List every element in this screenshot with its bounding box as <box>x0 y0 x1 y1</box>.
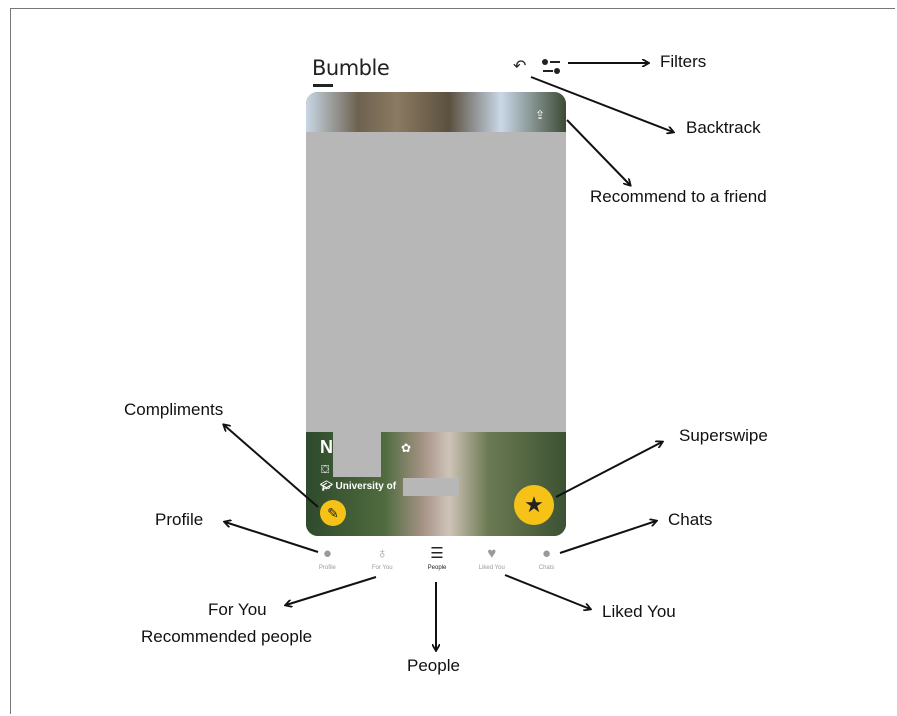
verified-icon: ✿ <box>401 441 412 455</box>
nav-item-people[interactable]: ☰ People <box>410 545 465 581</box>
callout-profile: Profile <box>155 510 204 529</box>
nav-item-for-you[interactable]: ♁ For You <box>355 545 410 581</box>
bottom-nav: ● Profile ♁ For You ☰ People ♥ Liked You… <box>300 545 574 581</box>
chat-icon: ● <box>542 545 552 562</box>
nav-item-profile[interactable]: ● Profile <box>300 545 355 581</box>
profile-card[interactable]: ⇪ N 2 ✿ ⛋ 🎓︎ University of ✎ ★ <box>306 92 566 536</box>
redacted-name <box>333 432 381 477</box>
nav-label: Profile <box>318 565 336 571</box>
backtrack-icon[interactable]: ↶ <box>513 59 526 75</box>
compliment-icon: ✎ <box>327 505 339 521</box>
callout-for-you: For You <box>208 600 267 619</box>
nav-label: People <box>427 565 447 571</box>
work-icon: ⛋ <box>321 464 330 476</box>
person-icon: ● <box>322 545 332 562</box>
superswipe-button[interactable]: ★ <box>514 485 554 525</box>
university-label: University of <box>335 481 397 492</box>
heart-icon: ♥ <box>487 545 497 562</box>
education-icon: 🎓︎ <box>320 481 336 492</box>
nav-item-liked-you[interactable]: ♥ Liked You <box>464 545 519 581</box>
callout-liked-you: Liked You <box>602 602 676 621</box>
callout-people: People <box>407 656 460 675</box>
callout-chats: Chats <box>668 510 713 529</box>
callout-superswipe: Superswipe <box>679 426 768 445</box>
redacted-university <box>403 478 459 496</box>
callout-for-you-sub: Recommended people <box>141 627 313 646</box>
callout-compliments: Compliments <box>124 400 224 419</box>
compliment-button[interactable]: ✎ <box>320 500 346 526</box>
medal-icon: ♁ <box>376 545 388 562</box>
active-tab-underline <box>313 84 333 87</box>
profile-name: N <box>320 437 333 457</box>
star-icon: ★ <box>524 492 544 517</box>
callout-filters: Filters <box>660 52 707 71</box>
nav-label: Chats <box>538 565 555 571</box>
nav-item-chats[interactable]: ● Chats <box>519 545 574 581</box>
share-icon[interactable]: ⇪ <box>535 108 545 122</box>
redacted-photo-area <box>306 132 566 432</box>
callout-recommend: Recommend to a friend <box>590 187 767 206</box>
profile-photo <box>306 92 566 132</box>
nav-label: For You <box>371 565 393 571</box>
app-title: Bumble <box>312 56 390 80</box>
stack-icon: ☰ <box>430 545 444 562</box>
education-row: 🎓︎ University of <box>320 481 396 492</box>
nav-label: Liked You <box>478 565 505 571</box>
callout-backtrack: Backtrack <box>686 118 761 137</box>
filters-icon[interactable] <box>541 58 563 80</box>
